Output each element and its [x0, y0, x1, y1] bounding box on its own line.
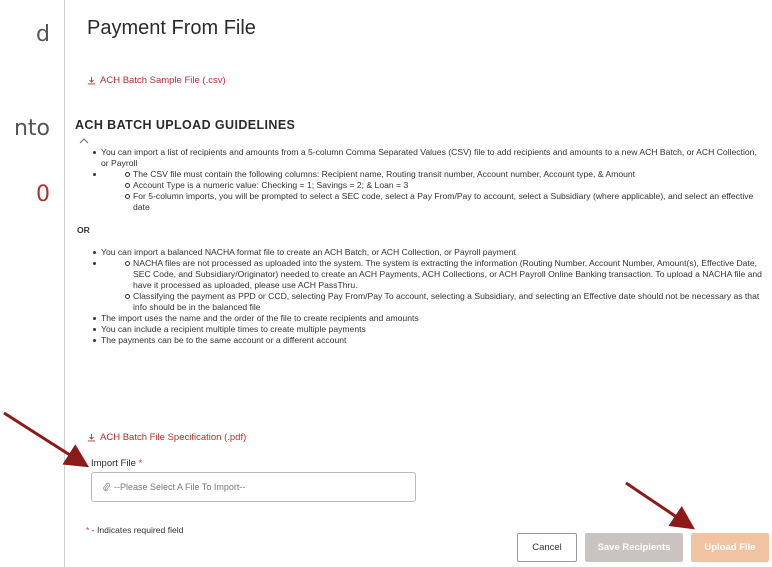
cancel-button[interactable]: Cancel: [517, 533, 577, 562]
list-item: You can include a recipient multiple tim…: [93, 324, 765, 335]
guidelines-list-csv: You can import a list of recipients and …: [85, 147, 765, 213]
list-subitem: The CSV file must contain the following …: [125, 169, 765, 180]
slide-fragment-3: 0: [36, 182, 50, 207]
file-specification-link[interactable]: ACH Batch File Specification (.pdf): [87, 432, 246, 443]
list-item: The import uses the name and the order o…: [93, 313, 765, 324]
required-asterisk: *: [86, 525, 90, 535]
sample-file-link[interactable]: ACH Batch Sample File (.csv): [87, 75, 226, 86]
import-file-input[interactable]: --Please Select A File To Import--: [91, 472, 416, 502]
payment-from-file-dialog: Payment From File ACH Batch Sample File …: [64, 0, 772, 567]
import-file-label: Import File *: [91, 458, 142, 469]
guidelines-heading: ACH BATCH UPLOAD GUIDELINES: [75, 118, 296, 132]
upload-file-button[interactable]: Upload File: [691, 533, 769, 562]
chevron-up-icon[interactable]: [79, 138, 89, 144]
list-item-group: NACHA files are not processed as uploade…: [93, 258, 765, 313]
list-item: You can import a list of recipients and …: [93, 147, 765, 169]
list-item-group: The CSV file must contain the following …: [93, 169, 765, 213]
required-asterisk: *: [138, 458, 143, 469]
required-field-note: * - Indicates required field: [86, 525, 183, 535]
download-icon: [87, 76, 96, 85]
file-specification-link-label: ACH Batch File Specification (.pdf): [100, 432, 247, 443]
list-item: The payments can be to the same account …: [93, 335, 765, 346]
slide-text-fragment: d nto 0: [0, 0, 62, 567]
import-file-placeholder: --Please Select A File To Import--: [114, 482, 246, 492]
download-icon: [87, 433, 96, 442]
required-field-note-text: - Indicates required field: [91, 525, 184, 535]
or-separator: OR: [77, 225, 90, 235]
list-item: You can import a balanced NACHA format f…: [93, 247, 765, 258]
list-subitem: Classifying the payment as PPD or CCD, s…: [125, 291, 765, 313]
slide-fragment-2: nto: [13, 116, 50, 141]
page-title: Payment From File: [87, 17, 256, 39]
list-subitem: For 5-column imports, you will be prompt…: [125, 191, 765, 213]
slide-fragment-1: d: [36, 22, 50, 47]
sample-file-link-label: ACH Batch Sample File (.csv): [100, 75, 226, 86]
import-file-label-text: Import File: [91, 458, 136, 469]
save-recipients-button[interactable]: Save Recipients: [585, 533, 683, 562]
list-subitem: Account Type is a numeric value: Checkin…: [125, 180, 765, 191]
list-subitem: NACHA files are not processed as uploade…: [125, 258, 765, 291]
guidelines-content: You can import a list of recipients and …: [77, 147, 765, 346]
guidelines-list-nacha: You can import a balanced NACHA format f…: [85, 247, 765, 346]
paperclip-icon: [103, 482, 111, 492]
